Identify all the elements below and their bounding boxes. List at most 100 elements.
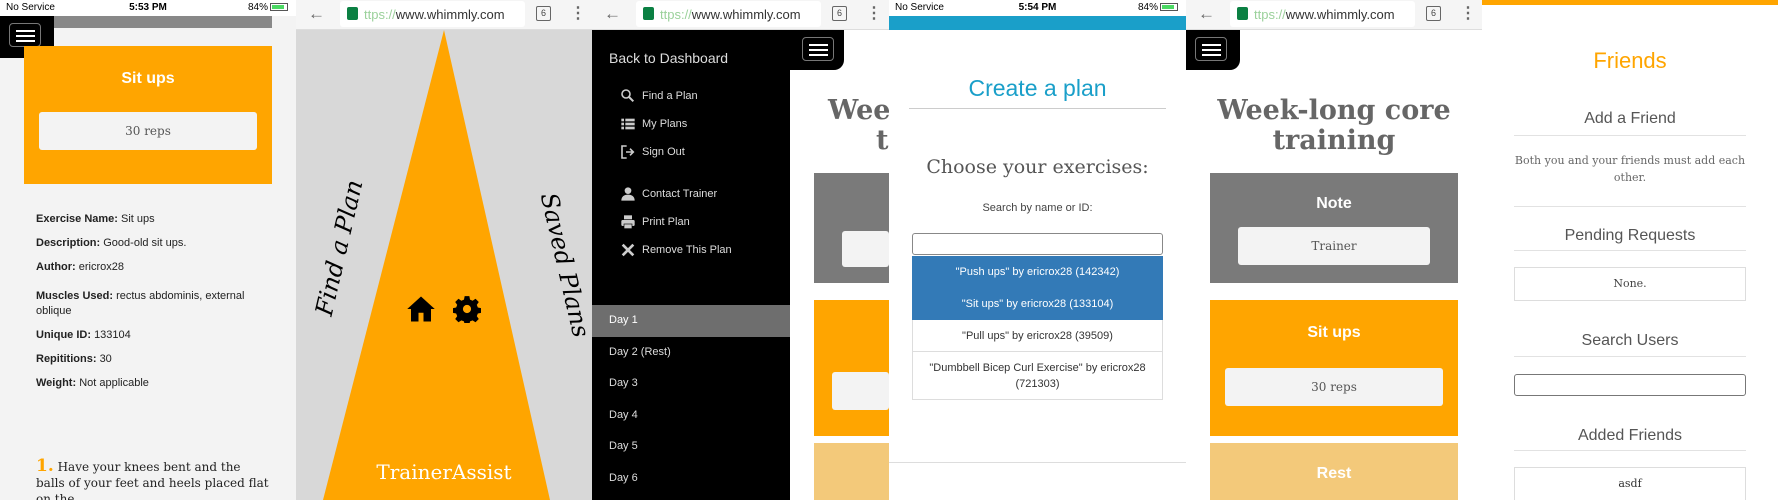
back-to-dashboard-link[interactable]: Back to Dashboard	[609, 50, 728, 66]
orange-top-strip	[1482, 0, 1778, 5]
battery-text: 84%	[1138, 2, 1178, 13]
address-bar[interactable]: ttps://www.whimmly.com	[636, 1, 821, 27]
detail-row: Muscles Used: rectus abdominis, external…	[36, 289, 260, 319]
day-item[interactable]: Day 3	[592, 368, 790, 400]
search-input[interactable]	[912, 233, 1163, 255]
nav-item-label: Contact Trainer	[642, 188, 718, 200]
more-menu-icon[interactable]: ⋮	[570, 3, 586, 23]
gear-icon[interactable]	[453, 295, 481, 323]
background-card-light	[814, 443, 889, 500]
user-icon	[621, 187, 635, 201]
search-result-item[interactable]: "Push ups" by ericrox28 (142342)	[912, 256, 1163, 288]
back-arrow-icon[interactable]: ←	[604, 4, 621, 24]
note-value: Trainer	[1238, 227, 1430, 265]
exercise-title: Sit ups	[121, 70, 175, 87]
app-name: TrainerAssist	[376, 460, 512, 484]
pending-requests-heading: Pending Requests	[1564, 227, 1696, 244]
menu-toggle-button[interactable]	[790, 30, 844, 70]
nav-item-label: My Plans	[642, 118, 688, 130]
exercise-details: Exercise Name: Sit ups Description: Good-…	[24, 184, 272, 500]
day-item[interactable]: Day 1	[592, 305, 790, 337]
home-icon[interactable]	[406, 294, 436, 324]
day-item[interactable]: Day 4	[592, 400, 790, 432]
detail-value: 133104	[94, 329, 131, 341]
list-icon	[621, 118, 635, 130]
nav-item[interactable]: Contact Trainer	[620, 186, 790, 208]
browser-toolbar: ← ttps://www.whimmly.com 6 ⋮	[592, 0, 889, 30]
detail-row: Description: Good-old sit ups.	[36, 236, 260, 251]
friends-screen: Friends Add a Friend Both you and your f…	[1482, 0, 1778, 500]
detail-value: ericrox28	[78, 261, 125, 273]
detail-label: Repititions:	[36, 353, 97, 365]
more-menu-icon[interactable]: ⋮	[866, 3, 882, 23]
nav-item[interactable]: Sign Out	[620, 144, 790, 166]
lock-icon	[1237, 7, 1248, 20]
day-item[interactable]: Day 6	[592, 463, 790, 495]
detail-label: Exercise Name:	[36, 213, 118, 225]
tab-count-button[interactable]: 6	[536, 6, 551, 21]
close-icon	[621, 243, 635, 257]
nav-item[interactable]: Find a Plan	[620, 88, 790, 110]
exercise-card[interactable]: Sit ups 30 reps	[1210, 300, 1458, 436]
detail-label: Muscles Used:	[36, 290, 114, 302]
exercise-reps: 30 reps	[1225, 368, 1443, 406]
search-users-input[interactable]	[1514, 374, 1746, 396]
step-number: 1.	[36, 456, 54, 476]
rest-card[interactable]: Rest	[1210, 443, 1458, 500]
detail-value: Sit ups	[121, 213, 155, 225]
menu-toggle-button[interactable]	[1186, 30, 1240, 70]
divider	[909, 108, 1166, 109]
added-friends-heading: Added Friends	[1577, 427, 1683, 444]
lock-icon	[347, 7, 358, 20]
detail-value: Good-old sit ups.	[103, 237, 187, 249]
tab-count-button[interactable]: 6	[1426, 6, 1441, 21]
step-text: Have your knees bent and the balls of yo…	[36, 460, 269, 500]
back-arrow-icon[interactable]: ←	[308, 4, 325, 24]
exercise-detail-screen: No Service 5:53 PM 84% Sit ups 30 reps E…	[0, 0, 296, 500]
divider	[1514, 135, 1746, 136]
detail-label: Description:	[36, 237, 101, 249]
address-bar[interactable]: ttps://www.whimmly.com	[1230, 1, 1415, 27]
section-divider	[889, 462, 1186, 463]
search-result-item[interactable]: "Dumbbell Bicep Curl Exercise" by ericro…	[912, 352, 1163, 400]
nav-item-label: Sign Out	[642, 146, 685, 158]
added-friends-list: asdf	[1514, 467, 1746, 500]
plan-title: Week-long core training	[1217, 95, 1451, 156]
nav-item[interactable]: My Plans	[620, 116, 790, 138]
day-list: Day 1 Day 2 (Rest) Day 3 Day 4 Day 5 Day 6	[592, 305, 790, 494]
side-menu-screen: ← ttps://www.whimmly.com 6 ⋮ Week t Back…	[592, 0, 889, 500]
print-icon	[621, 215, 635, 229]
nav-item-label: Find a Plan	[642, 90, 698, 102]
search-result-item[interactable]: "Sit ups" by ericrox28 (133104)	[912, 288, 1163, 320]
browser-toolbar: ← ttps://www.whimmly.com 6 ⋮	[296, 0, 592, 30]
nav-item[interactable]: Remove This Plan	[620, 242, 790, 264]
day-item[interactable]: Day 2 (Rest)	[592, 337, 790, 369]
detail-row: Unique ID: 133104	[36, 328, 260, 343]
nav-item-label: Print Plan	[642, 216, 690, 228]
detail-value: 30	[99, 353, 112, 365]
back-arrow-icon[interactable]: ←	[1198, 4, 1215, 24]
day-item[interactable]: Day 5	[592, 431, 790, 463]
more-menu-icon[interactable]: ⋮	[1460, 3, 1476, 23]
status-bar: No Service 5:54 PM 84%	[889, 0, 1186, 16]
background-plan-title: Week t	[828, 95, 889, 156]
tab-count-button[interactable]: 6	[832, 6, 847, 21]
detail-row: Author: ericrox28	[36, 260, 260, 275]
note-card: Note Trainer	[1210, 173, 1458, 283]
gray-strip	[24, 16, 272, 28]
detail-row: Exercise Name: Sit ups	[36, 212, 260, 227]
plan-detail-screen: ← ttps://www.whimmly.com 6 ⋮ Week-long c…	[1186, 0, 1482, 500]
note-title: Note	[1316, 195, 1352, 212]
nav-item[interactable]: Print Plan	[620, 214, 790, 236]
create-plan-screen: No Service 5:54 PM 84% Create a plan Cho…	[889, 0, 1186, 500]
detail-label: Unique ID:	[36, 329, 91, 341]
side-nav: Back to Dashboard Find a Plan My Plans Sig…	[592, 30, 790, 500]
lock-icon	[643, 7, 654, 20]
divider	[1514, 250, 1746, 251]
exercise-title: Sit ups	[1307, 324, 1361, 341]
search-result-item[interactable]: "Pull ups" by ericrox28 (39509)	[912, 320, 1163, 352]
pending-requests-box: None.	[1514, 267, 1746, 301]
search-label: Search by name or ID:	[982, 202, 1093, 214]
address-bar[interactable]: ttps://www.whimmly.com	[340, 1, 525, 27]
friend-item[interactable]: asdf	[1514, 467, 1746, 500]
